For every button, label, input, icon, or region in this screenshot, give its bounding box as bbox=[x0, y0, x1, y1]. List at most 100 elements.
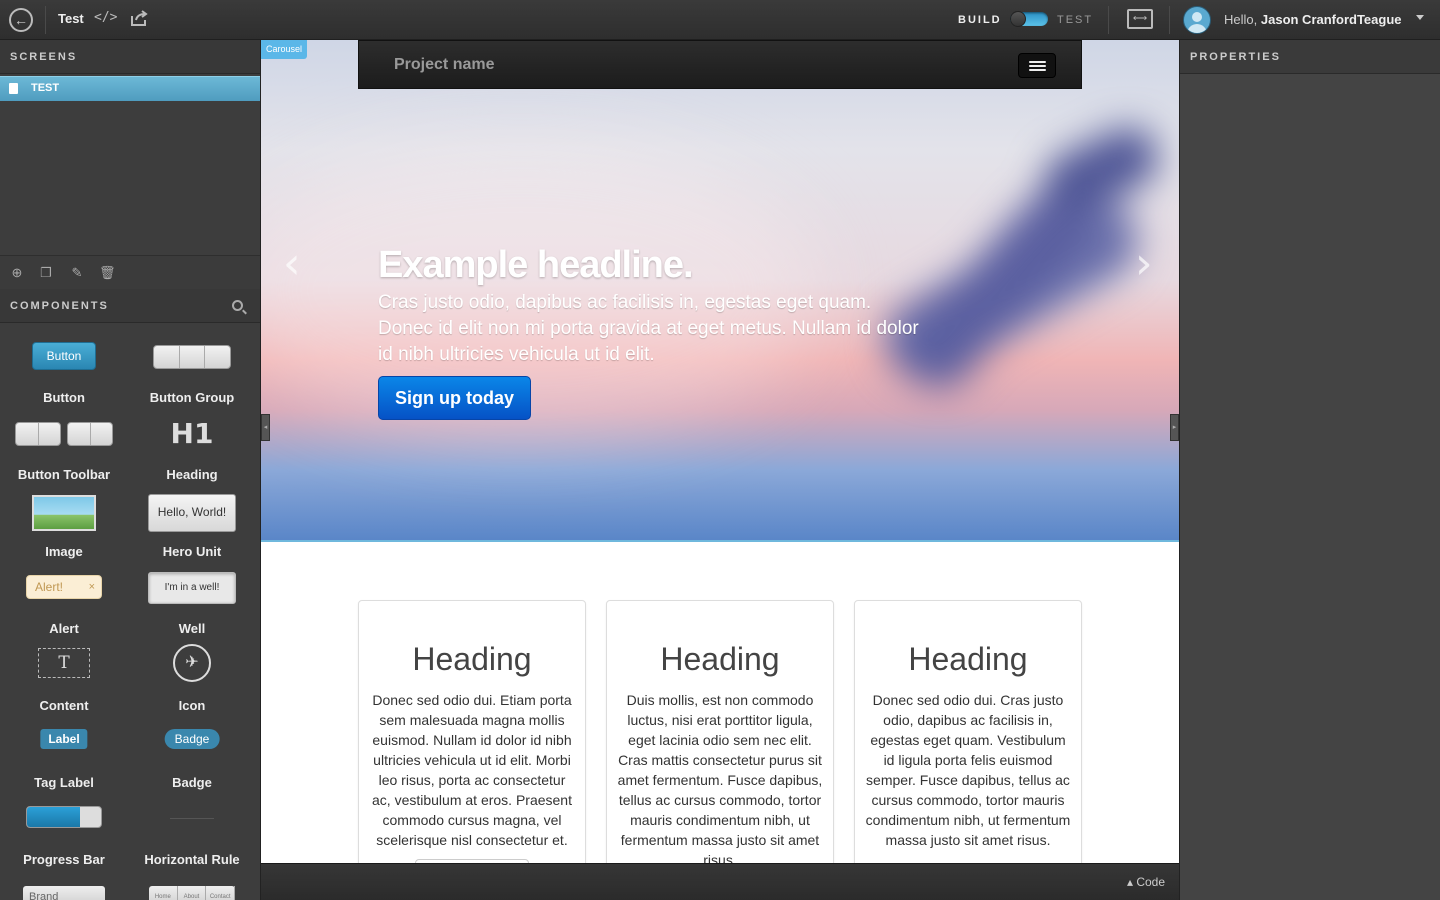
delete-screen-icon[interactable]: 🗑 bbox=[99, 266, 116, 280]
nav-preview-item: About bbox=[178, 886, 207, 900]
left-sidebar: SCREENS TEST ⊕ ❐ ✎ 🗑 COMPONENTS Button B… bbox=[0, 40, 261, 900]
project-title: Test bbox=[58, 11, 84, 26]
component-label: Button bbox=[43, 390, 85, 405]
card-text: Donec sed odio dui. Cras justo odio, dap… bbox=[865, 692, 1071, 848]
card[interactable]: Heading Duis mollis, est non commodo luc… bbox=[606, 600, 834, 863]
component-label: Badge bbox=[172, 775, 212, 790]
card[interactable]: Heading Donec sed odio dui. Cras justo o… bbox=[854, 600, 1082, 863]
card-text: Duis mollis, est non commodo luctus, nis… bbox=[617, 692, 823, 863]
design-canvas[interactable]: Carousel Project name ‹ › Example headli… bbox=[261, 40, 1179, 863]
avatar[interactable] bbox=[1183, 6, 1211, 34]
component-label: Heading bbox=[166, 467, 218, 482]
nav-preview-item: Contact bbox=[206, 886, 236, 900]
heading-preview: H1 bbox=[170, 417, 214, 450]
divider bbox=[45, 6, 46, 34]
carousel[interactable]: Carousel Project name ‹ › Example headli… bbox=[261, 40, 1179, 542]
build-mode-label[interactable]: BUILD bbox=[958, 14, 1002, 26]
divider bbox=[1108, 6, 1109, 34]
hero-unit-preview: Hello, World! bbox=[148, 494, 236, 532]
top-bar: ← Test </> BUILD TEST ⟷ Hello, Jason Cra… bbox=[0, 0, 1440, 40]
component-progress-bar[interactable]: Progress Bar bbox=[0, 802, 128, 879]
properties-header: PROPERTIES bbox=[1180, 40, 1440, 74]
card[interactable]: Heading Donec sed odio dui. Etiam porta … bbox=[358, 600, 586, 863]
test-mode-label[interactable]: TEST bbox=[1057, 14, 1093, 26]
resize-width-icon[interactable]: ⟷ bbox=[1127, 9, 1153, 29]
component-icon[interactable]: ✈ Icon bbox=[128, 644, 256, 725]
jet-image bbox=[841, 100, 1179, 440]
plane-icon: ✈ bbox=[173, 644, 211, 682]
menu-icon[interactable] bbox=[1018, 53, 1056, 78]
brand-preview: Brand bbox=[23, 886, 105, 900]
alert-preview-text: Alert! bbox=[35, 580, 64, 594]
edit-screen-icon[interactable]: ✎ bbox=[70, 266, 84, 280]
component-label: Button Toolbar bbox=[17, 467, 111, 482]
tag-label-preview: Label bbox=[40, 729, 88, 749]
component-label: Hero Unit bbox=[162, 544, 222, 559]
page-icon bbox=[9, 83, 18, 94]
screens-header: SCREENS bbox=[0, 40, 260, 74]
code-view-icon[interactable]: </> bbox=[94, 10, 117, 25]
component-button-toolbar[interactable]: Button Toolbar bbox=[0, 417, 128, 494]
user-name: Jason CranfordTeague bbox=[1260, 12, 1402, 27]
button-group-preview bbox=[153, 345, 231, 369]
code-toggle-button[interactable]: ▴ Code bbox=[1127, 875, 1165, 889]
duplicate-screen-icon[interactable]: ❐ bbox=[39, 266, 53, 280]
alert-preview: Alert! × bbox=[26, 575, 102, 599]
build-test-toggle[interactable] bbox=[1010, 11, 1048, 27]
collapse-right-handle[interactable]: ▸ bbox=[1170, 414, 1179, 441]
hero-lead: Cras justo odio, dapibus ac facilisis in… bbox=[378, 292, 919, 365]
component-nav[interactable]: Home About Contact bbox=[128, 879, 256, 900]
components-title: COMPONENTS bbox=[10, 300, 109, 312]
carousel-prev-icon[interactable]: ‹ bbox=[283, 242, 301, 286]
sign-up-button[interactable]: Sign up today bbox=[378, 376, 531, 420]
horizontal-rule-preview bbox=[170, 818, 214, 819]
hero-headline: Example headline. bbox=[378, 244, 694, 286]
navbar[interactable]: Project name bbox=[358, 40, 1082, 89]
component-label: Image bbox=[45, 544, 83, 559]
user-greeting[interactable]: Hello, Jason CranfordTeague bbox=[1224, 12, 1402, 27]
component-image[interactable]: Image bbox=[0, 494, 128, 571]
app-window: ← Test </> BUILD TEST ⟷ Hello, Jason Cra… bbox=[0, 0, 1440, 900]
component-horizontal-rule[interactable]: Horizontal Rule bbox=[128, 802, 256, 879]
back-arrow-icon[interactable]: ← bbox=[9, 8, 33, 32]
progress-fill bbox=[27, 807, 81, 827]
component-content[interactable]: T Content bbox=[0, 648, 128, 725]
component-hero-unit[interactable]: Hello, World! Hero Unit bbox=[128, 494, 256, 571]
chevron-up-icon: ▴ bbox=[1126, 875, 1133, 889]
component-navbar-brand[interactable]: Brand bbox=[0, 879, 128, 900]
navbar-brand[interactable]: Project name bbox=[394, 56, 494, 74]
component-badge[interactable]: Badge Badge bbox=[128, 725, 256, 802]
card-heading: Heading bbox=[908, 641, 1028, 677]
card-text: Donec sed odio dui. Etiam porta sem male… bbox=[372, 692, 572, 848]
share-icon[interactable] bbox=[130, 9, 148, 27]
well-preview: I'm in a well! bbox=[148, 572, 236, 604]
add-screen-icon[interactable]: ⊕ bbox=[10, 266, 24, 280]
screen-item-test[interactable]: TEST bbox=[0, 76, 260, 101]
greeting-prefix: Hello, bbox=[1224, 12, 1258, 27]
carousel-tag[interactable]: Carousel bbox=[261, 40, 308, 59]
component-well[interactable]: I'm in a well! Well bbox=[128, 571, 256, 648]
component-label: Alert bbox=[49, 621, 79, 636]
component-button[interactable]: Button Button bbox=[0, 340, 128, 417]
card-heading: Heading bbox=[412, 641, 532, 677]
nav-preview: Home About Contact bbox=[149, 886, 236, 900]
component-label: Horizontal Rule bbox=[144, 852, 240, 867]
screens-toolbar: ⊕ ❐ ✎ 🗑 bbox=[0, 255, 260, 289]
card-heading: Heading bbox=[660, 641, 780, 677]
component-tag-label[interactable]: Label Tag Label bbox=[0, 725, 128, 802]
chevron-down-icon[interactable] bbox=[1416, 15, 1424, 20]
toggle-knob bbox=[1010, 11, 1026, 27]
collapse-left-handle[interactable]: ◂ bbox=[261, 414, 270, 441]
component-alert[interactable]: Alert! × Alert bbox=[0, 571, 128, 648]
button-toolbar-preview bbox=[15, 422, 113, 446]
component-button-group[interactable]: Button Group bbox=[128, 340, 256, 417]
properties-panel: PROPERTIES bbox=[1179, 40, 1440, 900]
component-label: Progress Bar bbox=[23, 852, 105, 867]
button-preview: Button bbox=[32, 342, 96, 370]
component-heading[interactable]: H1 Heading bbox=[128, 417, 256, 494]
component-label: Content bbox=[39, 698, 89, 713]
code-bar: ▴ Code bbox=[261, 863, 1179, 900]
nav-preview-item: Home bbox=[149, 886, 178, 900]
search-icon[interactable] bbox=[232, 300, 243, 311]
carousel-next-icon[interactable]: › bbox=[1135, 242, 1153, 286]
